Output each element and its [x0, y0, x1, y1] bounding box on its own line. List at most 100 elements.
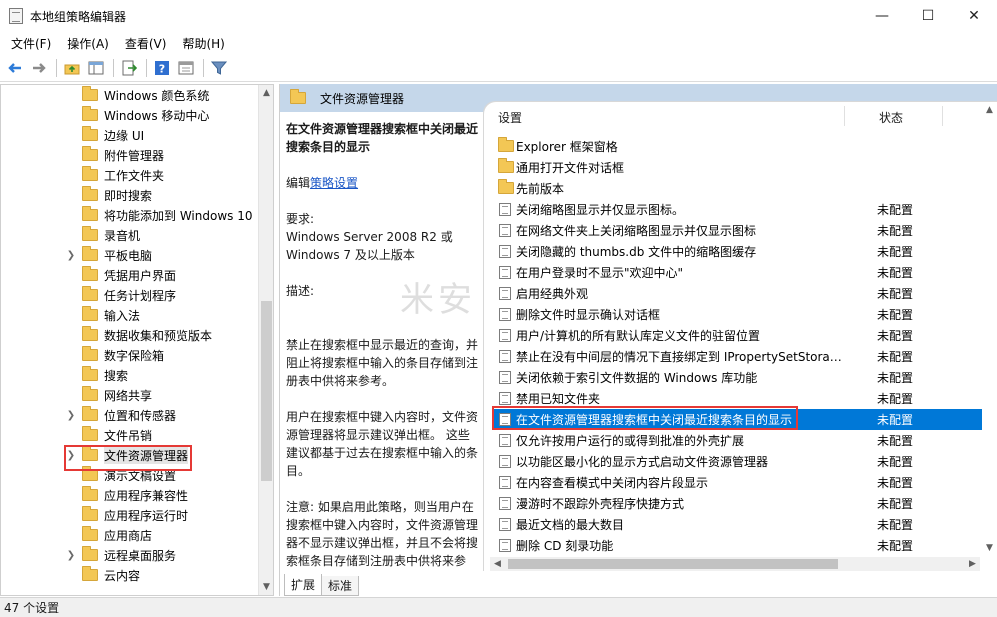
scroll-down-arrow-icon[interactable]: ▼ [259, 579, 273, 595]
scroll-right-arrow-icon[interactable]: ▶ [965, 557, 980, 571]
tree-item[interactable]: 录音机 [1, 225, 259, 245]
close-button[interactable]: ✕ [951, 0, 997, 32]
tree-item-label: 搜索 [104, 368, 129, 383]
tree-item[interactable]: ❯ 位置和传感器 [1, 405, 259, 425]
tree-item-label: 附件管理器 [104, 148, 165, 163]
description-paragraph-1: 禁止在搜索框中显示最近的查询，并阻止将搜索框中输入的条目存储到注册表中供将来参考… [286, 338, 478, 388]
tree-item[interactable]: 应用商店 [1, 525, 259, 545]
tree-item[interactable]: 凭据用户界面 [1, 265, 259, 285]
setting-row[interactable]: 删除文件时显示确认对话框 未配置 [492, 304, 984, 325]
chevron-right-icon[interactable]: ❯ [65, 409, 77, 421]
tree-item[interactable]: 文件吊销 [1, 425, 259, 445]
tree-item[interactable]: 边缘 UI [1, 125, 259, 145]
setting-state: 未配置 [877, 350, 914, 364]
tree-item[interactable]: ❯ 平板电脑 [1, 245, 259, 265]
tree-scroll-thumb[interactable] [261, 301, 272, 481]
forward-button[interactable] [28, 57, 50, 79]
description-paragraph-2: 用户在搜索框中键入内容时，文件资源管理器将显示建议弹出框。 这些建议都基于过去在… [286, 410, 478, 478]
tab-extended[interactable]: 扩展 [284, 574, 323, 596]
menu-action[interactable]: 操作(A) [59, 35, 117, 52]
settings-vertical-scrollbar[interactable]: ▲ ▼ [982, 102, 997, 572]
setting-row[interactable]: 仅允许按用户运行的或得到批准的外壳扩展 未配置 [492, 430, 984, 451]
minimize-button[interactable]: — [859, 0, 905, 32]
column-header: 设置 状态 [484, 102, 997, 130]
export-list-button[interactable] [118, 57, 140, 79]
setting-row[interactable]: 最近文档的最大数目 未配置 [492, 514, 984, 535]
chevron-right-icon[interactable]: ❯ [65, 549, 77, 561]
tree-item[interactable]: ❯ 远程桌面服务 [1, 545, 259, 565]
setting-row[interactable]: 删除 CD 刻录功能 未配置 [492, 535, 984, 556]
scroll-up-arrow-icon[interactable]: ▲ [982, 102, 997, 118]
setting-row[interactable]: 用户/计算机的所有默认库定义文件的驻留位置 未配置 [492, 325, 984, 346]
tree-item[interactable]: 数据收集和预览版本 [1, 325, 259, 345]
policy-setting-icon [499, 497, 511, 510]
tree-item[interactable]: 应用程序兼容性 [1, 485, 259, 505]
setting-row[interactable]: 以功能区最小化的显示方式启动文件资源管理器 未配置 [492, 451, 984, 472]
folder-icon [82, 326, 98, 341]
setting-name: 关闭隐藏的 thumbs.db 文件中的缩略图缓存 [516, 245, 757, 259]
column-separator[interactable] [942, 106, 943, 126]
tree-item-label: 工作文件夹 [104, 168, 165, 183]
setting-row[interactable]: 漫游时不跟踪外壳程序快捷方式 未配置 [492, 493, 984, 514]
maximize-button[interactable]: ☐ [905, 0, 951, 32]
up-level-button[interactable] [61, 57, 83, 79]
tree-vertical-scrollbar[interactable]: ▲ ▼ [258, 85, 273, 595]
filter-button[interactable] [208, 57, 230, 79]
folder-icon [82, 166, 98, 181]
setting-state: 未配置 [877, 518, 914, 532]
setting-row[interactable]: 在网络文件夹上关闭缩略图显示并仅显示图标 未配置 [492, 220, 984, 241]
tree-item[interactable]: 搜索 [1, 365, 259, 385]
tree-item-label: 任务计划程序 [104, 288, 177, 303]
setting-state: 未配置 [877, 434, 914, 448]
folder-icon [82, 566, 98, 581]
edit-policy-link[interactable]: 策略设置 [310, 176, 358, 190]
back-button[interactable] [4, 57, 26, 79]
tree-item[interactable]: 输入法 [1, 305, 259, 325]
tab-standard[interactable]: 标准 [321, 576, 360, 596]
tree-item[interactable]: 数字保险箱 [1, 345, 259, 365]
setting-row[interactable]: 在用户登录时不显示"欢迎中心" 未配置 [492, 262, 984, 283]
properties-pane-button[interactable] [175, 57, 197, 79]
chevron-right-icon[interactable]: ❯ [65, 249, 77, 261]
column-setting-header[interactable]: 设置 [498, 109, 522, 126]
tree-item[interactable]: Windows 移动中心 [1, 105, 259, 125]
tree-item[interactable]: 云内容 [1, 565, 259, 585]
tree-item[interactable]: 即时搜索 [1, 185, 259, 205]
folder-icon [82, 486, 98, 501]
setting-row[interactable]: 关闭隐藏的 thumbs.db 文件中的缩略图缓存 未配置 [492, 241, 984, 262]
tree-item[interactable]: 网络共享 [1, 385, 259, 405]
menu-help[interactable]: 帮助(H) [174, 35, 232, 52]
help-button[interactable]: ? [151, 57, 173, 79]
folder-icon [82, 266, 98, 281]
setting-row[interactable]: 关闭缩略图显示并仅显示图标。 未配置 [492, 199, 984, 220]
scroll-left-arrow-icon[interactable]: ◀ [490, 557, 505, 571]
horizontal-scroll-thumb[interactable] [508, 559, 838, 569]
setting-name: Explorer 框架窗格 [516, 140, 618, 154]
setting-state: 未配置 [877, 224, 914, 238]
tree-item[interactable]: 附件管理器 [1, 145, 259, 165]
setting-row[interactable]: 关闭依赖于索引文件数据的 Windows 库功能 未配置 [492, 367, 984, 388]
menu-file[interactable]: 文件(F) [3, 35, 59, 52]
column-state-header[interactable]: 状态 [879, 109, 903, 126]
column-separator[interactable] [844, 106, 845, 126]
show-hide-tree-button[interactable] [85, 57, 107, 79]
setting-row[interactable]: 在内容查看模式中关闭内容片段显示 未配置 [492, 472, 984, 493]
scroll-down-arrow-icon[interactable]: ▼ [982, 540, 997, 556]
policy-setting-icon [499, 455, 511, 468]
tree-item[interactable]: 应用程序运行时 [1, 505, 259, 525]
setting-row[interactable]: 启用经典外观 未配置 [492, 283, 984, 304]
setting-folder-row[interactable]: 先前版本 [492, 178, 984, 199]
menu-view[interactable]: 查看(V) [117, 35, 175, 52]
tree-pane[interactable]: Windows 颜色系统 Windows 移动中心 边缘 UI 附件管理器工作文件夹即… [0, 84, 274, 596]
tree-item[interactable]: Windows 颜色系统 [1, 85, 259, 105]
tree-item[interactable]: 将功能添加到 Windows 10 [1, 205, 259, 225]
setting-folder-row[interactable]: Explorer 框架窗格 [492, 136, 984, 157]
policy-setting-icon [499, 350, 511, 363]
scroll-up-arrow-icon[interactable]: ▲ [259, 85, 273, 101]
setting-row[interactable]: 禁止在没有中间层的情况下直接绑定到 IPropertySetStora… 未配置 [492, 346, 984, 367]
settings-horizontal-scrollbar[interactable]: ◀ ▶ [490, 557, 980, 571]
show-hide-tree-icon [88, 61, 104, 74]
tree-item[interactable]: 工作文件夹 [1, 165, 259, 185]
tree-item[interactable]: 任务计划程序 [1, 285, 259, 305]
setting-folder-row[interactable]: 通用打开文件对话框 [492, 157, 984, 178]
